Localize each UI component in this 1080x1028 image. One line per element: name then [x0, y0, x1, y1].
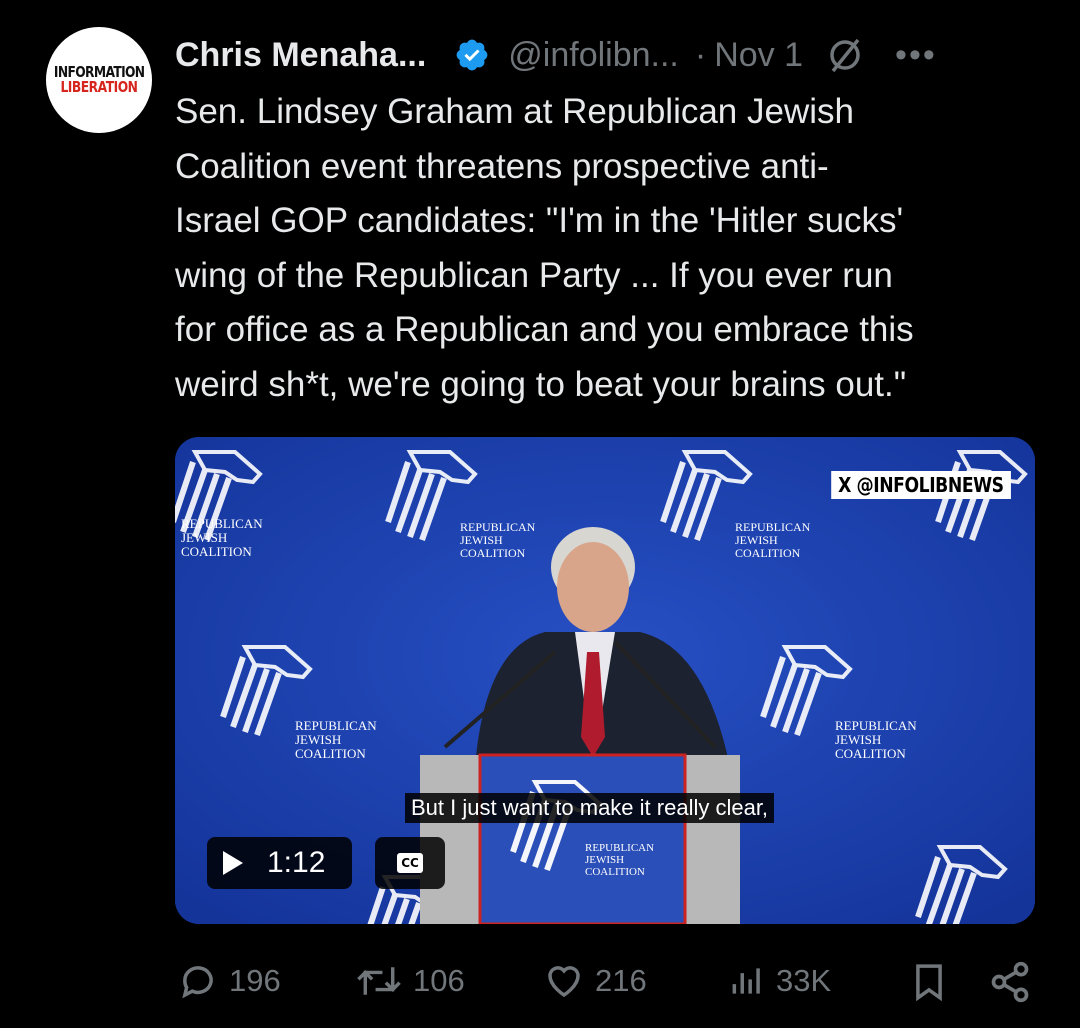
watermark: X @INFOLIBNEWS	[831, 471, 1011, 499]
author-handle[interactable]: @infolibn...	[508, 36, 679, 75]
action-bar: 196 106 216 33K	[0, 958, 1080, 1008]
reply-count: 196	[229, 963, 281, 998]
backdrop-text-4: REPUBLICAN JEWISH COALITION	[295, 719, 377, 761]
bookmark-icon	[916, 964, 942, 1002]
backdrop-line: JEWISH	[585, 854, 625, 866]
like-button[interactable]: 216	[543, 960, 647, 1002]
video-caption: But I just want to make it really clear,	[405, 793, 775, 823]
bookmark-button[interactable]	[910, 960, 948, 1004]
more-options-icon[interactable]: •••	[895, 36, 937, 75]
views-icon	[732, 968, 760, 994]
views-button[interactable]: 33K	[728, 960, 831, 1002]
author-name[interactable]: Chris Menaha...	[175, 36, 426, 75]
share-icon	[991, 961, 1029, 1003]
backdrop-text-2: REPUBLICAN JEWISH COALITION	[460, 521, 535, 560]
reply-button[interactable]: 196	[177, 960, 281, 1002]
share-button[interactable]	[988, 960, 1032, 1004]
like-count: 216	[595, 963, 647, 998]
backdrop-line: JEWISH	[835, 732, 882, 747]
backdrop-line: REPUBLICAN	[181, 516, 263, 531]
repost-count: 106	[413, 963, 465, 998]
verified-badge-icon	[454, 37, 490, 73]
heart-icon	[548, 966, 580, 998]
closed-captions-button[interactable]: CC	[375, 837, 445, 889]
video-play-control[interactable]: 1:12	[207, 837, 352, 889]
backdrop-line: JEWISH	[295, 732, 342, 747]
backdrop-line: JEWISH	[181, 530, 228, 545]
podium-text: REPUBLICAN JEWISH COALITION	[585, 842, 654, 878]
backdrop-line: REPUBLICAN	[295, 718, 377, 733]
backdrop-text-1: REPUBLICAN JEWISH COALITION	[181, 517, 263, 559]
backdrop-line: COALITION	[735, 546, 801, 560]
video-duration: 1:12	[267, 846, 326, 879]
grok-icon[interactable]	[825, 35, 865, 75]
repost-icon	[357, 967, 401, 995]
cc-icon: CC	[397, 853, 423, 873]
backdrop-line: COALITION	[295, 746, 366, 761]
avatar[interactable]: INFORMATION LIBERATION	[46, 27, 152, 133]
backdrop-line: REPUBLICAN	[835, 718, 917, 733]
backdrop-line: COALITION	[181, 544, 252, 559]
post-date[interactable]: Nov 1	[714, 36, 803, 75]
separator-dot: ·	[694, 35, 707, 74]
backdrop-line: COALITION	[585, 866, 645, 878]
backdrop-line: COALITION	[460, 546, 526, 560]
backdrop-text-3: REPUBLICAN JEWISH COALITION	[735, 521, 810, 560]
repost-button[interactable]: 106	[355, 960, 465, 1002]
views-count: 33K	[776, 963, 832, 998]
backdrop-line: REPUBLICAN	[585, 842, 655, 854]
tweet-header: Chris Menaha... @infolibn... · Nov 1 •••	[175, 30, 1035, 80]
tweet-text: Sen. Lindsey Graham at Republican Jewish…	[175, 92, 914, 404]
backdrop-line: COALITION	[835, 746, 906, 761]
video-media[interactable]: REPUBLICAN JEWISH COALITION REPUBLICAN J…	[175, 437, 1035, 924]
backdrop-text-5: REPUBLICAN JEWISH COALITION	[835, 719, 917, 761]
play-icon[interactable]	[223, 851, 243, 875]
reply-icon	[182, 966, 213, 999]
avatar-text-line2: LIBERATION	[60, 78, 138, 96]
